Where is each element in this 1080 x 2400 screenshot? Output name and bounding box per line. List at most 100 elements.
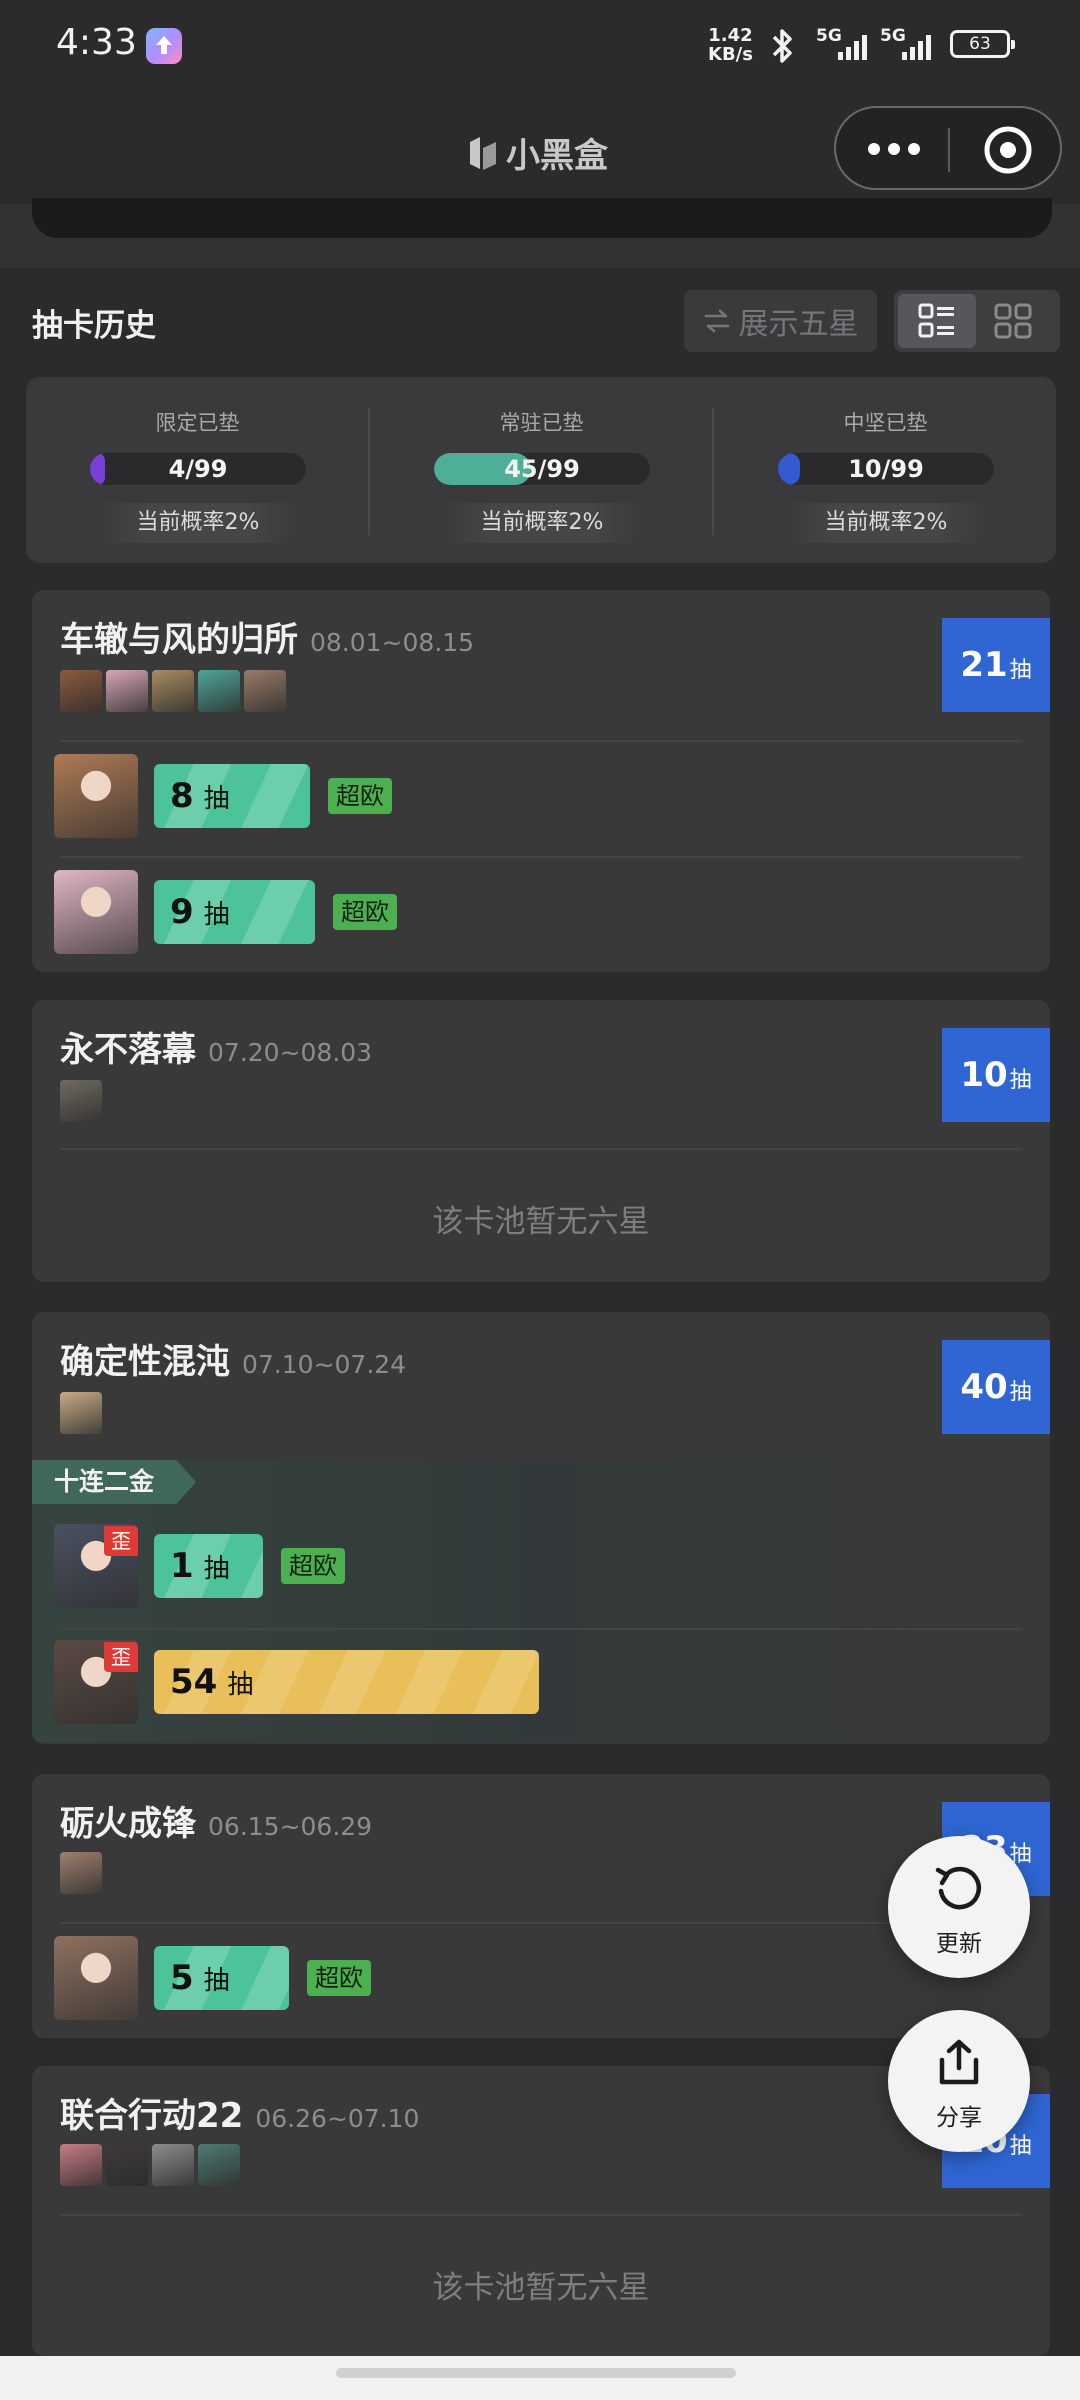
pool-title: 联合行动22 06.26~07.10 [60,2088,419,2137]
refresh-label: 更新 [936,1931,982,1957]
pool-pull-count: 21 抽 [942,618,1050,712]
pool-operator-avatars [60,1852,102,1894]
six-star-avatar[interactable] [54,1936,138,2020]
six-star-row: 9抽 超欧 [54,870,1028,962]
pool-date: 06.15~06.29 [208,1812,373,1841]
show-five-star-label: 展示五星 [738,307,859,342]
pool-pull-count: 10抽 [942,1028,1050,1122]
operator-avatar[interactable] [60,1392,102,1434]
stat-value: 45/99 [504,455,580,483]
lucky-badge: 超欧 [281,1548,345,1584]
ten-pull-highlight: 十连二金 歪 1抽 超欧 歪 54 抽 [32,1460,1050,1742]
share-label: 分享 [936,2105,982,2131]
history-title: 抽卡历史 [32,308,156,344]
app-notification-icon [146,28,182,64]
pool-operator-avatars [60,670,286,712]
pool-divider [60,740,1022,742]
pull-unit: 抽 [203,1553,230,1584]
six-star-row: 歪 54 抽 [54,1640,1028,1732]
pull-count-bar: 5抽 [154,1946,289,2010]
pool-operator-avatars [60,1392,102,1434]
pool-date: 06.26~07.10 [255,2104,420,2133]
top-panel [0,198,1080,268]
operator-avatar[interactable] [152,670,194,712]
operator-avatar[interactable] [244,670,286,712]
stat-value: 4/99 [168,455,228,483]
operator-avatar[interactable] [60,1080,102,1122]
stat-limited: 限定已垫 4/99 当前概率2% [26,377,369,563]
stat-progress-bar: 4/99 [90,453,306,485]
more-icon[interactable] [866,134,922,164]
pool-divider [60,1148,1022,1150]
pool-pull-unit: 抽 [1009,2134,1032,2159]
pool-pull-unit: 抽 [1009,1068,1032,1093]
operator-avatar[interactable] [106,2144,148,2186]
show-five-star-button[interactable]: 展示五星 [684,290,877,352]
stat-label: 限定已垫 [155,411,240,435]
lucky-badge: 超欧 [333,894,397,930]
battery-icon: 63 [950,30,1015,58]
operator-avatar[interactable] [152,2144,194,2186]
swap-icon [704,309,729,333]
grid-view-icon[interactable] [994,303,1032,339]
pool-card[interactable]: 车辙与风的归所 08.01~08.15 21 抽 8抽 超欧 9抽 超欧 [32,590,1050,972]
lucky-badge: 超欧 [307,1960,371,1996]
pull-count-bar: 1抽 [154,1534,263,1598]
pool-name: 砺火成锋 [60,1804,196,1844]
six-star-avatar[interactable] [54,754,138,838]
off-banner-tag: 歪 [104,1642,138,1672]
pity-stats-panel: 限定已垫 4/99 当前概率2% 常驻已垫 45/99 当前概率2% 中坚已垫 … [26,377,1056,563]
stat-label: 中坚已垫 [843,411,928,435]
pool-date: 07.20~08.03 [208,1038,373,1067]
list-view-icon [918,303,954,338]
pull-count-bar: 54 抽 [154,1650,539,1714]
brand-logo-icon [470,136,496,170]
pool-title: 车辙与风的归所 08.01~08.15 [60,612,474,661]
six-star-avatar[interactable] [54,870,138,954]
stat-standard: 常驻已垫 45/99 当前概率2% [370,377,713,563]
pool-name: 永不落幕 [60,1030,196,1070]
refresh-icon [935,1866,982,1910]
pool-operator-avatars [60,1080,102,1122]
pull-unit: 抽 [203,899,230,930]
home-indicator[interactable] [336,2368,736,2378]
pull-unit: 抽 [227,1669,254,1700]
pool-pull-number: 10 [960,1055,1008,1095]
share-button[interactable]: 分享 [888,2010,1030,2152]
stat-rate: 当前概率2% [98,503,298,543]
six-star-row: 8抽 超欧 [54,754,1028,846]
pool-divider [60,1628,1022,1630]
operator-avatar[interactable] [60,1852,102,1894]
operator-avatar[interactable] [60,670,102,712]
operator-avatar[interactable] [198,2144,240,2186]
pool-card[interactable]: 确定性混沌 07.10~07.24 40 抽 十连二金 歪 1抽 超欧 歪 54 抽 [32,1312,1050,1744]
status-time: 4:33 [56,22,137,63]
stat-rate: 当前概率2% [786,503,986,543]
battery-level: 63 [969,34,991,54]
pool-card[interactable]: 永不落幕 07.20~08.03 10 抽 该卡池暂无六星 [32,1000,1050,1282]
pool-title: 永不落幕 07.20~08.03 [60,1022,372,1071]
stat-progress-bar: 45/99 [434,453,650,485]
pull-count: 8 [170,776,194,816]
ten-pull-label: 十连二金 [32,1460,197,1504]
operator-avatar[interactable] [198,670,240,712]
stat-label: 常驻已垫 [499,411,584,435]
operator-avatar[interactable] [60,2144,102,2186]
pool-divider [60,1922,1022,1924]
miniapp-capsule [834,106,1062,190]
pool-title: 确定性混沌 07.10~07.24 [60,1334,406,1383]
top-card-remnant [32,198,1052,238]
pool-pull-unit: 抽 [1009,1380,1032,1405]
close-miniapp-icon[interactable] [982,124,1034,176]
pool-title: 砺火成锋 06.15~06.29 [60,1796,372,1845]
refresh-button[interactable]: 更新 [888,1836,1030,1978]
capsule-divider [948,128,950,172]
stat-progress-bar: 10/99 [778,453,994,485]
operator-avatar[interactable] [106,670,148,712]
list-view-button[interactable] [898,294,976,348]
bluetooth-icon [772,29,792,63]
pull-unit: 抽 [203,783,230,814]
title-bar: 小黑盒 [0,92,1080,204]
six-star-row: 歪 1抽 超欧 [54,1524,1028,1616]
pool-name: 联合行动22 [60,2096,244,2136]
